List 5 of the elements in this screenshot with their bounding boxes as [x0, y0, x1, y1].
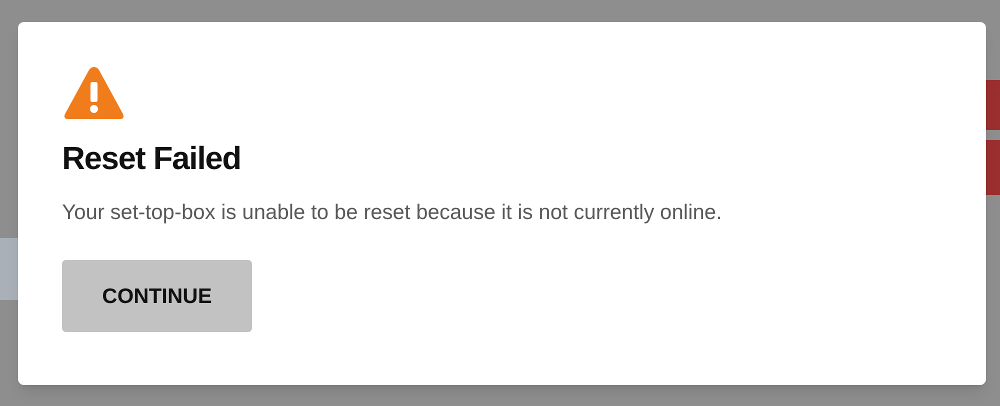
dialog-title: Reset Failed — [62, 142, 241, 174]
dialog-message: Your set-top-box is unable to be reset because it is not currently online. — [62, 200, 722, 226]
continue-button[interactable]: CONTINUE — [62, 260, 252, 332]
warning-icon — [62, 64, 126, 122]
backdrop-band — [0, 238, 20, 300]
